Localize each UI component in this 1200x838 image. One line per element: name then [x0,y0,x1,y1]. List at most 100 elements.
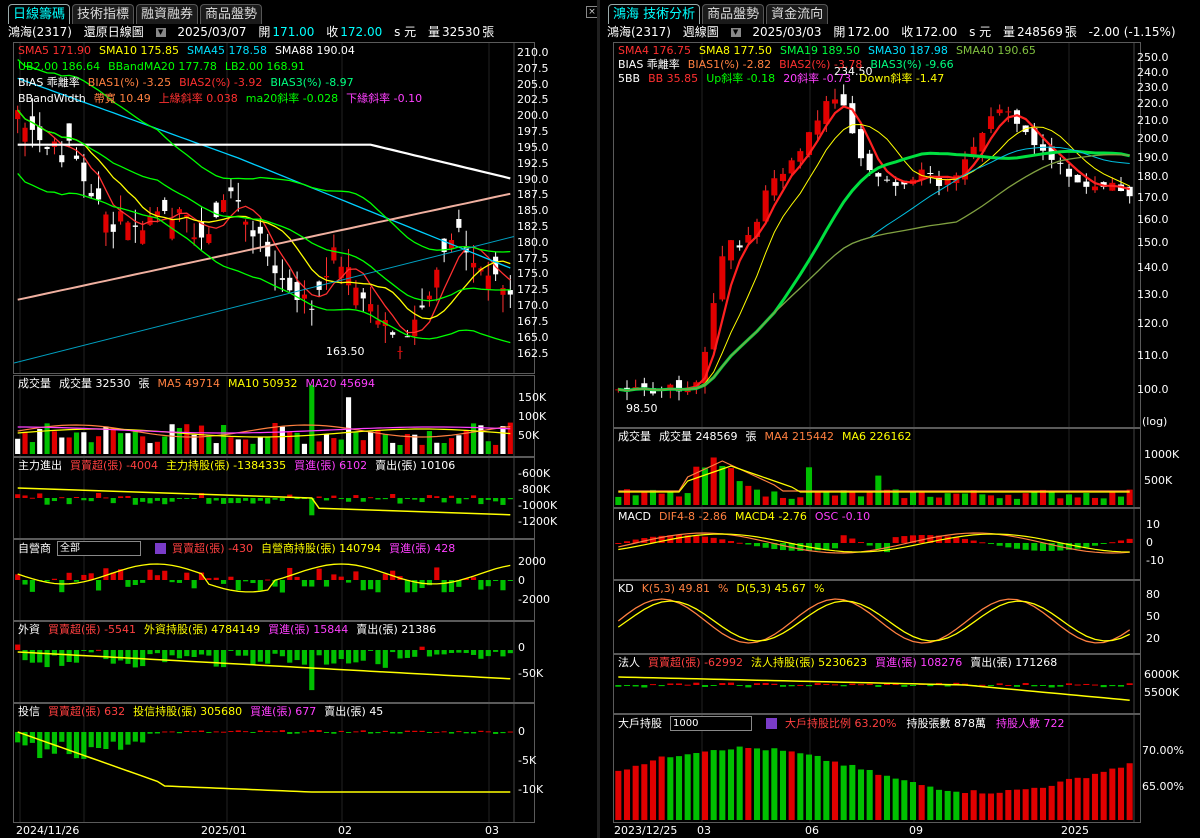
netbuy-bar [390,494,396,498]
legend-item: 買賣超(張) -5541 [48,623,137,636]
institutional-panel[interactable]: 法人 買賣超(張) -62992 法人持股(張) 5230623 買進(張) 1082… [613,654,1179,714]
axis-tick-label: -1000K [518,499,558,512]
netbuy-bar [66,498,72,505]
volume-panel[interactable]: 成交量 成交量 32530 張 MA5 49714 MA10 50932 MA20 456… [13,375,546,457]
holder-bar [1083,778,1090,820]
netbuy-bar [441,731,447,733]
holder-bar [901,780,908,820]
tab-technical-analysis[interactable]: 鴻海 技術分析 [608,4,701,24]
netbuy-bar [228,650,234,651]
dropdown-icon[interactable]: ▼ [155,28,166,37]
kd-base [745,651,752,652]
netbuy-bar [22,580,28,585]
osc-bar [745,543,752,545]
price-panel[interactable]: 210.0 207.5 205.0 202.5 200.0 197.5 195.0 192.5… [13,42,549,374]
legend-item: 張 [745,430,757,443]
osc-bar [727,540,735,543]
netbuy-bar [250,580,256,584]
netbuy-bar [243,731,249,733]
netbuy-bar [257,580,263,591]
kd-panel[interactable]: KD K(5,3) 49.81% D(5,3) 45.67% 80 50 20 [613,580,1160,654]
dealer-panel[interactable]: 自營商 全部 買賣超(張) -430 自營商持股(張) 140794 買進(張) 428… [13,539,550,621]
holder-bar [814,755,821,820]
holder-bar [883,775,891,820]
price-panel[interactable]: 250.0 240.0 230.0 220.0 210.0 200.0 190.0 180.0… [613,42,1169,428]
netbuy-bar [448,495,455,498]
dropdown-icon[interactable]: ▼ [730,28,741,37]
open-price: 172.00 [847,25,890,39]
netbuy-bar [470,732,477,734]
tab-market-status[interactable]: 商品盤勢 [200,4,263,24]
trust-panel[interactable]: 投信 買賣超(張) 632 投信持股(張) 305680 買進(張) 677 賣出(張)… [13,703,543,823]
netbuy-bar [390,650,396,653]
netbuy-bar [132,732,138,742]
netbuy-bar [140,732,146,743]
tab-daily-chips[interactable]: 日線籌碼 [8,4,71,24]
axis-tick-label: 150K [518,391,547,404]
holder-size-select[interactable]: 1000 [670,716,752,731]
date-tick-label: 2024/11/26 [16,824,80,837]
netbuy-bar [507,580,513,581]
candle-body [814,120,821,135]
volume-unit: 張 [1064,25,1077,39]
list-icon[interactable] [766,718,777,729]
netbuy-bar [419,646,425,650]
netbuy-bar [368,497,374,499]
netbuy-bar [736,685,743,686]
volume-bar [206,435,212,454]
legend-item: 大戶持股比例 63.20% [785,716,897,730]
netbuy-bar [103,497,109,499]
volume-bar [426,431,433,454]
netbuy-bar [95,649,102,651]
list-icon[interactable] [155,543,166,554]
price-tick-label: 160.0 [1137,212,1169,226]
candle-body [125,222,131,241]
date-tick-label: 03 [697,824,711,837]
netbuy-bar [294,650,300,661]
price-tick-label: 150.0 [1137,236,1169,250]
netbuy-bar [404,498,410,499]
candle-body [279,278,285,280]
legend-item: 外資 [18,623,40,636]
netbuy-bar [191,650,197,657]
netbuy-bar [118,732,124,750]
tab-money-flow[interactable]: 資金流向 [766,4,829,24]
kd-base [961,651,969,652]
volume-bar [1117,496,1125,505]
netbuy-bar [485,650,491,657]
tab-market-status[interactable]: 商品盤勢 [702,4,765,24]
kd-base [1109,651,1116,652]
netbuy-bar [228,576,234,580]
netbuy-bar [727,682,735,685]
foreign-panel[interactable]: 外資 買賣超(張) -5541 外資持股(張) 4784149 買進(張) 15844… [13,621,543,703]
panel-legend: 主力進出 買賣超(張) -4004 主力持股(張) -1384335 買進(張) 61… [18,459,463,472]
volume-panel[interactable]: 成交量 成交量 248569 張 MA4 215442 MA6 226162 1000K 5… [613,428,1179,508]
netbuy-bar [927,685,934,687]
holder-bar [797,753,804,820]
netbuy-bar [110,498,116,504]
kd-base [918,651,925,652]
legend-item: 持股張數 878萬 [906,716,986,730]
tab-technical-indicators[interactable]: 技術指標 [72,4,135,24]
netbuy-bar [382,730,388,732]
legend-item: BBandMA20 177.78 [108,60,217,73]
kd-base [866,651,873,652]
date-axis: 2024/11/26 2025/01 02 03 [13,824,533,838]
tab-margin-trading[interactable]: 融資融券 [136,4,199,24]
kd-base [658,651,665,652]
netbuy-bar [641,685,648,688]
major-holder-panel[interactable]: 大戶持股 1000 大戶持股比例 63.20% 持股張數 878萬 持股人數 722 70… [613,714,1184,823]
macd-panel[interactable]: MACD DIF4-8 -2.86 MACD4 -2.76 OSC -0.10 10 0 -… [613,508,1164,580]
holder-bar [710,750,717,820]
volume: 32530 [442,25,481,39]
sma4-line [618,105,1130,392]
chart-view[interactable]: 還原日線圖 [84,25,144,39]
holder-bar [1074,777,1081,820]
main-force-panel[interactable]: 主力進出 買賣超(張) -4004 主力持股(張) -1384335 買進(張) 61… [13,457,557,539]
netbuy-bar [375,650,381,665]
kd-base [675,651,683,652]
price-change-pct: (-1.15%) [1123,25,1176,39]
dealer-type-select[interactable]: 全部 [57,541,141,556]
volume: 248569 [1017,25,1063,39]
chart-view[interactable]: 週線圖 [683,25,719,39]
